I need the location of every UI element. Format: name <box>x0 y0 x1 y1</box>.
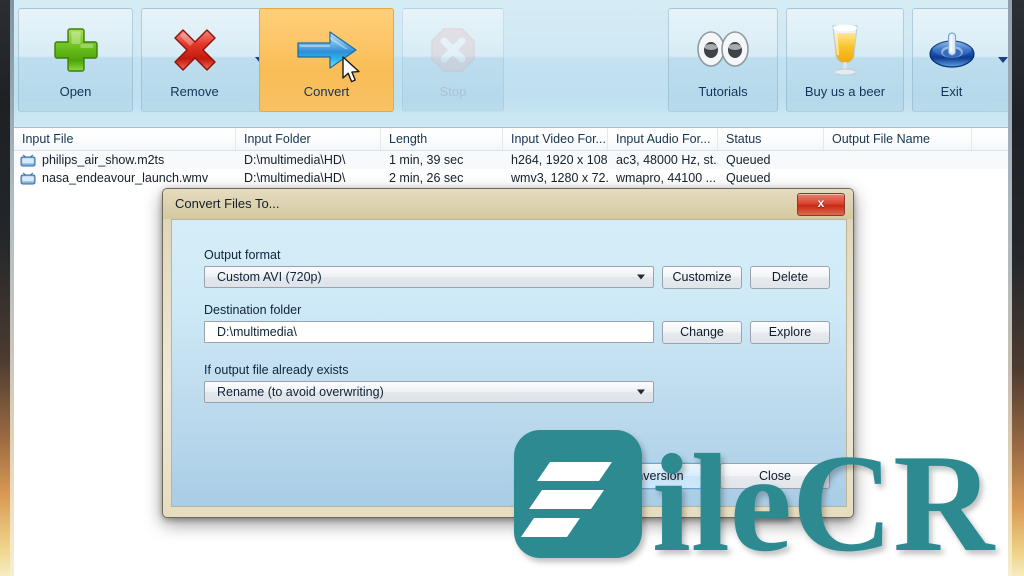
table-row[interactable]: philips_air_show.m2ts D:\multimedia\HD\ … <box>14 151 1008 169</box>
file-exists-value: Rename (to avoid overwriting) <box>217 385 384 399</box>
delete-button[interactable]: Delete <box>750 266 830 289</box>
cell-length: 2 min, 26 sec <box>389 171 464 185</box>
remove-button[interactable]: Remove <box>141 8 247 112</box>
arrow-right-icon <box>260 21 393 79</box>
chevron-down-icon <box>637 389 645 395</box>
dialog-close-button[interactable]: x <box>797 193 845 216</box>
convert-button[interactable]: Convert <box>259 8 394 112</box>
column-header-input-audio-format[interactable]: Input Audio For... <box>608 128 718 150</box>
window-right-border <box>1008 0 1024 576</box>
chevron-down-icon <box>997 57 1008 63</box>
convert-button-label: Convert <box>303 84 350 99</box>
stop-button: Stop <box>402 8 504 112</box>
cell-output-file-name <box>824 151 972 169</box>
open-button[interactable]: Open <box>18 8 133 112</box>
buy-us-a-beer-button-label: Buy us a beer <box>804 84 886 99</box>
open-button-label: Open <box>59 84 92 99</box>
close-icon: x <box>817 196 825 210</box>
file-list-header: Input File Input Folder Length Input Vid… <box>14 128 1008 151</box>
column-header-input-file[interactable]: Input File <box>14 128 236 150</box>
output-format-select[interactable]: Custom AVI (720p) <box>204 266 654 288</box>
explore-button[interactable]: Explore <box>750 321 830 344</box>
exit-button[interactable]: Exit <box>912 8 990 112</box>
convert-files-dialog: Convert Files To... x Output format Cust… <box>162 188 854 518</box>
column-header-input-folder[interactable]: Input Folder <box>236 128 381 150</box>
cell-input-folder: D:\multimedia\HD\ <box>244 171 346 185</box>
destination-folder-label: Destination folder <box>204 303 302 317</box>
plus-icon <box>19 21 132 79</box>
cell-input-folder: D:\multimedia\HD\ <box>244 153 346 167</box>
cell-status: Queued <box>726 153 771 167</box>
dialog-body: Output format Custom AVI (720p) Customiz… <box>171 219 847 507</box>
cell-input-file: nasa_endeavour_launch.wmv <box>42 171 209 185</box>
stop-button-label: Stop <box>439 84 467 99</box>
cell-length: 1 min, 39 sec <box>389 153 464 167</box>
dialog-title: Convert Files To... <box>163 189 853 219</box>
cell-output-file-name <box>824 169 972 187</box>
dialog-close-action-button[interactable]: Close <box>720 463 830 489</box>
window-right-border-highlight <box>1008 0 1012 576</box>
cell-input-audio-format: wmapro, 44100 ... <box>616 171 717 185</box>
file-exists-select[interactable]: Rename (to avoid overwriting) <box>204 381 654 403</box>
beer-glass-icon <box>787 21 903 79</box>
cell-input-video-format: h264, 1920 x 108... <box>511 153 608 167</box>
stop-octagon-icon <box>403 21 503 79</box>
main-toolbar: Open Remove Convert Stop Tutorials Buy u… <box>14 0 1016 128</box>
cross-icon <box>142 21 247 79</box>
customize-button[interactable]: Customize <box>662 266 742 289</box>
destination-folder-input[interactable]: D:\multimedia\ <box>204 321 654 343</box>
cell-input-video-format: wmv3, 1280 x 72... <box>511 171 608 185</box>
table-row[interactable]: nasa_endeavour_launch.wmv D:\multimedia\… <box>14 169 1008 187</box>
column-header-status[interactable]: Status <box>718 128 824 150</box>
power-icon <box>913 21 990 79</box>
column-header-spacer <box>972 128 1008 150</box>
destination-folder-value: D:\multimedia\ <box>217 325 297 339</box>
exit-button-label: Exit <box>940 84 963 99</box>
tutorials-button-label: Tutorials <box>698 84 748 99</box>
output-format-label: Output format <box>204 248 281 262</box>
cell-status: Queued <box>726 171 771 185</box>
change-button[interactable]: Change <box>662 321 742 344</box>
start-conversion-button[interactable]: Start Conversion <box>572 463 702 489</box>
cell-input-audio-format: ac3, 48000 Hz, st... <box>616 153 718 167</box>
column-header-output-file-name[interactable]: Output File Name <box>824 128 972 150</box>
window-left-border-highlight <box>10 0 14 576</box>
output-format-value: Custom AVI (720p) <box>217 270 322 284</box>
tutorials-button[interactable]: Tutorials <box>668 8 778 112</box>
eyes-icon <box>669 21 777 79</box>
column-header-input-video-format[interactable]: Input Video For... <box>503 128 608 150</box>
file-exists-label: If output file already exists <box>204 363 349 377</box>
app-window: Open Remove Convert Stop Tutorials Buy u… <box>0 0 1024 576</box>
column-header-length[interactable]: Length <box>381 128 503 150</box>
chevron-down-icon <box>637 274 645 280</box>
window-left-border <box>0 0 14 576</box>
remove-button-label: Remove <box>170 84 219 99</box>
cell-input-file: philips_air_show.m2ts <box>42 153 165 167</box>
buy-us-a-beer-button[interactable]: Buy us a beer <box>786 8 904 112</box>
